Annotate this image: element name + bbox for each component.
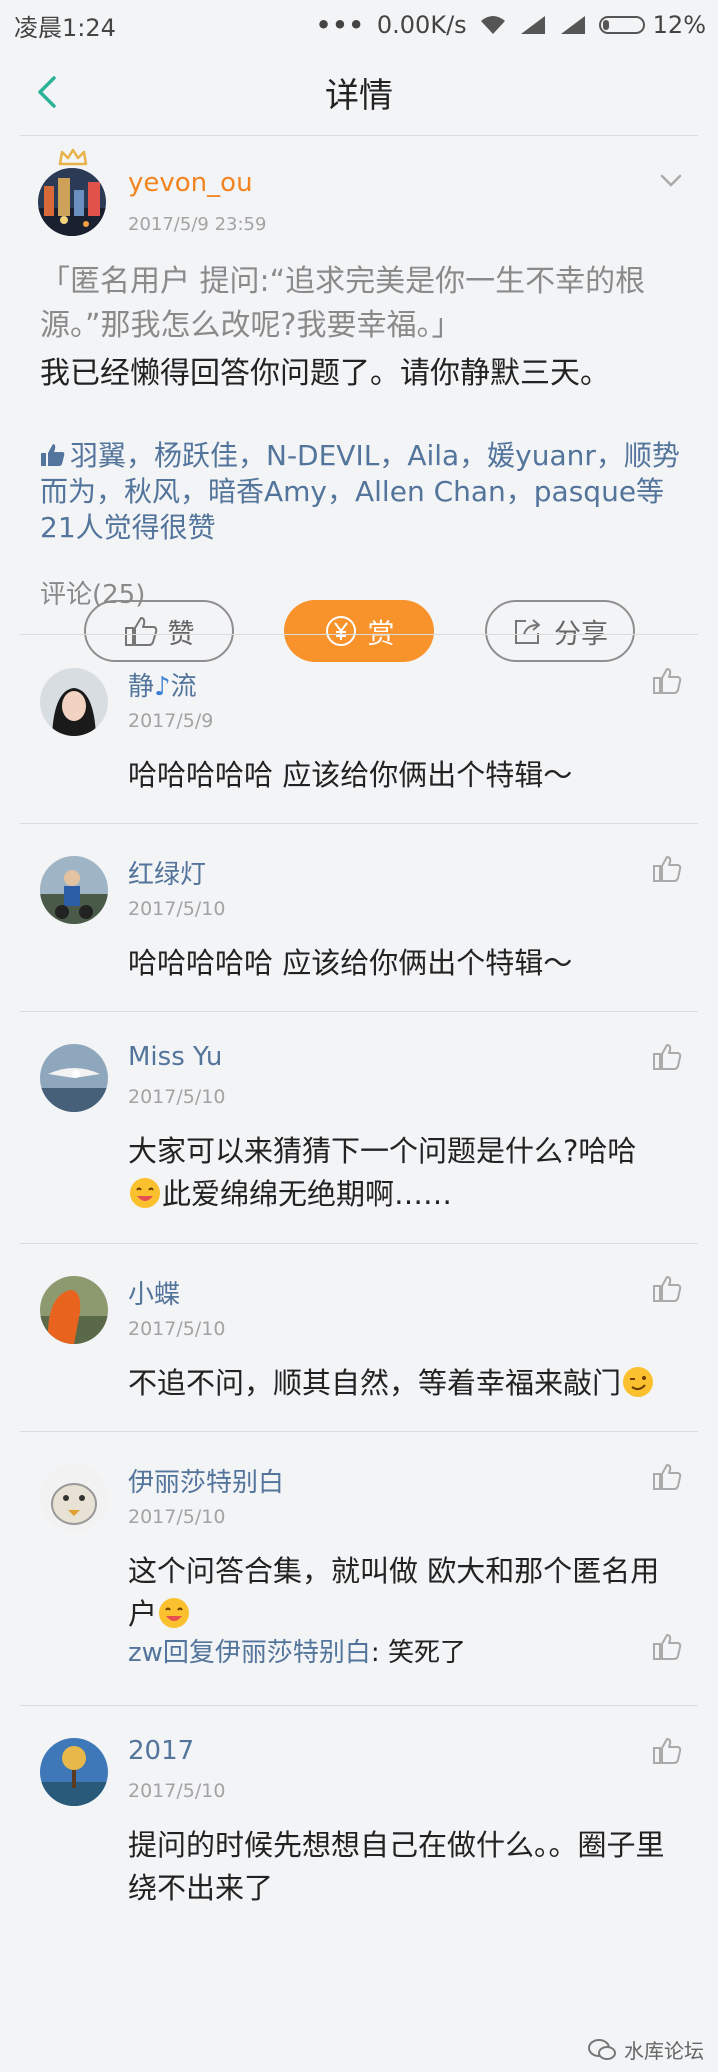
battery-indicator: 12% — [598, 11, 706, 39]
back-button[interactable] — [28, 70, 72, 114]
comment-text: 这个问答合集，就叫做 欧大和那个匿名用户 — [128, 1554, 660, 1631]
wink-emoji-icon — [623, 1367, 654, 1397]
smile-emoji-icon — [130, 1178, 160, 1208]
reply-item[interactable]: zw回复伊丽莎特别白: 笑死了 — [128, 1632, 648, 1669]
comment-text: 哈哈哈哈哈 应该给你俩出个特辑～ — [128, 946, 573, 980]
comment-author[interactable]: 小蝶 — [128, 1274, 180, 1311]
post-time: 2017/5/9 23:59 — [128, 214, 267, 235]
thumbs-up-icon[interactable] — [652, 1274, 682, 1304]
comments-count: 评论(25) — [40, 580, 146, 610]
thumbs-up-icon[interactable] — [652, 1462, 682, 1492]
thumbs-up-icon[interactable] — [652, 1632, 682, 1662]
status-indicators: ••• 0.00K/s 12% — [316, 11, 706, 39]
comment-date: 2017/5/10 — [128, 1506, 226, 1528]
thumbs-up-icon[interactable] — [652, 666, 682, 696]
comment-text: 大家可以来猜猜下一个问题是什么?哈哈 此爱绵绵无绝期啊…… — [128, 1134, 637, 1211]
nav-bar: 详情 — [0, 50, 718, 135]
chevron-down-icon[interactable] — [656, 166, 686, 196]
author-name[interactable]: yevon_ou — [128, 168, 253, 198]
comment-item: Miss Yu 2017/5/10 大家可以来猜猜下一个问题是什么?哈哈 此爱绵… — [0, 1012, 718, 1244]
battery-level: 12% — [652, 11, 706, 39]
author-avatar[interactable] — [38, 148, 110, 240]
answer-text: 我已经懒得回答你问题了。请你静默三天。 — [40, 356, 610, 391]
avatar[interactable] — [40, 1044, 108, 1112]
thumbs-up-icon[interactable] — [652, 854, 682, 884]
watermark-text: 水库论坛 — [624, 2039, 704, 2063]
status-time: 凌晨1:24 — [14, 13, 116, 42]
watermark: 水库论坛 — [588, 2035, 704, 2064]
comment-item: 小蝶 2017/5/10 不追不问，顺其自然，等着幸福来敲门 — [0, 1244, 718, 1432]
comment-author[interactable]: 2017 — [128, 1736, 194, 1766]
comment-text: 提问的时候先想想自己在做什么。。圈子里绕不出来了 — [128, 1828, 665, 1905]
thumbs-up-icon — [41, 444, 65, 466]
comment-date: 2017/5/10 — [128, 1318, 226, 1340]
page-title: 详情 — [325, 76, 393, 116]
comment-item: 2017 2017/5/10 提问的时候先想想自己在做什么。。圈子里绕不出来了 — [0, 1706, 718, 2072]
divider — [20, 634, 698, 635]
chevron-left-icon — [38, 76, 56, 108]
comment-text: 不追不问，顺其自然，等着幸福来敲门 — [128, 1362, 688, 1405]
smile-emoji-icon — [159, 1598, 190, 1628]
comment-date: 2017/5/9 — [128, 710, 214, 732]
thumbs-up-icon[interactable] — [652, 1736, 682, 1766]
wechat-icon — [588, 2038, 616, 2060]
avatar[interactable] — [40, 668, 108, 736]
avatar-image — [38, 168, 106, 236]
comment-item: 红绿灯 2017/5/10 哈哈哈哈哈 应该给你俩出个特辑～ — [0, 824, 718, 1012]
comment-author[interactable]: 红绿灯 — [128, 854, 206, 891]
comment-item: 伊丽莎特别白 2017/5/10 这个问答合集，就叫做 欧大和那个匿名用户 zw… — [0, 1432, 718, 1706]
more-dots-icon: ••• — [315, 11, 365, 39]
signal-icon — [520, 16, 545, 34]
avatar[interactable] — [40, 1738, 108, 1806]
avatar[interactable] — [40, 856, 108, 924]
likes-list[interactable]: 羽翼，杨跃佳，N-DEVIL，Aila，媛yuanr，顺势而为，秋风，暗香Amy… — [40, 438, 690, 546]
status-bar: 凌晨1:24 ••• 0.00K/s 12% — [0, 0, 718, 50]
battery-icon — [598, 16, 645, 34]
comment-date: 2017/5/10 — [128, 1086, 226, 1108]
crown-icon — [58, 148, 88, 166]
avatar[interactable] — [40, 1276, 108, 1344]
comment-date: 2017/5/10 — [128, 898, 226, 920]
thumbs-up-icon[interactable] — [652, 1042, 682, 1072]
reply-text: : 笑死了 — [370, 1638, 466, 1668]
comment-item: 静♪流 2017/5/9 哈哈哈哈哈 应该给你俩出个特辑～ — [0, 636, 718, 824]
question-text: 「匿名用户 提问:“追求完美是你一生不幸的根源。”那我怎么改呢?我要幸福。」 — [40, 264, 646, 343]
likes-text: 羽翼，杨跃佳，N-DEVIL，Aila，媛yuanr，顺势而为，秋风，暗香Amy… — [40, 439, 680, 544]
divider — [20, 135, 698, 136]
avatar[interactable] — [40, 1464, 108, 1532]
signal-icon-2 — [560, 16, 585, 34]
wifi-icon — [480, 16, 505, 34]
comment-author[interactable]: 伊丽莎特别白 — [128, 1462, 284, 1499]
comment-text: 哈哈哈哈哈 应该给你俩出个特辑～ — [128, 758, 573, 792]
comment-author[interactable]: 静♪流 — [128, 666, 197, 703]
comment-date: 2017/5/10 — [128, 1780, 226, 1802]
reply-author[interactable]: zw回复伊丽莎特别白 — [128, 1638, 371, 1668]
music-note-icon: ♪ — [154, 672, 171, 702]
net-speed: 0.00K/s — [376, 11, 467, 39]
comment-author[interactable]: Miss Yu — [128, 1042, 222, 1072]
